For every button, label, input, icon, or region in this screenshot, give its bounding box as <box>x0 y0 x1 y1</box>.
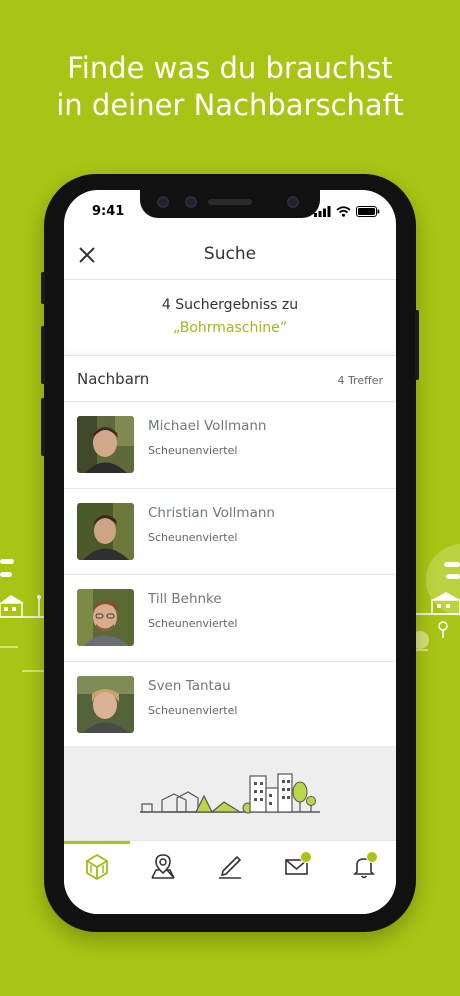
street-illustration-right <box>410 544 460 651</box>
page-title: Suche <box>203 244 257 264</box>
headline-line-1: Finde was du brauchst <box>67 51 393 85</box>
sensor-icon <box>185 196 197 208</box>
status-time: 9:41 <box>92 204 125 219</box>
list-item[interactable]: Michael Vollmann Scheunenviertel <box>64 402 396 489</box>
neighbor-area: Scheunenviertel <box>148 617 238 630</box>
list-item[interactable]: Till Behnke Scheunenviertel <box>64 575 396 662</box>
power-button <box>415 310 419 380</box>
speaker-grille <box>208 199 252 205</box>
mute-switch <box>41 272 45 304</box>
camera-icon <box>157 196 169 208</box>
result-count: 4 Suchergebniss zu <box>161 297 299 313</box>
avatar <box>77 589 134 646</box>
neighbor-name: Michael Vollmann <box>148 418 267 434</box>
status-icons <box>314 206 380 217</box>
list-item[interactable]: Sven Tantau Scheunenviertel <box>64 662 396 748</box>
wifi-icon <box>336 206 351 217</box>
section-header: Nachbarn 4 Treffer <box>64 356 396 402</box>
battery-icon <box>356 206 380 217</box>
search-result-summary: 4 Suchergebniss zu „Bohrmaschine” <box>64 282 396 356</box>
neighbor-area: Scheunenviertel <box>148 530 238 544</box>
write-icon[interactable] <box>215 851 245 881</box>
active-tab-indicator <box>64 841 130 844</box>
neighbor-area: Scheunenviertel <box>148 444 238 457</box>
section-count: 4 Treffer <box>337 374 383 387</box>
avatar <box>77 502 134 560</box>
volume-up-button <box>41 326 45 384</box>
neighbor-name: Sven Tantau <box>148 677 231 694</box>
map-pin-icon[interactable] <box>148 851 178 881</box>
headline-line-2: in deiner Nachbarschaft <box>56 88 404 122</box>
search-query: „Bohrmaschine” <box>172 320 288 336</box>
front-camera-icon <box>287 196 299 208</box>
list-item[interactable]: Christian Vollmann Scheunenviertel <box>64 489 396 575</box>
headline: Finde was du brauchst in deiner Nachbars… <box>0 50 460 124</box>
section-title: Nachbarn <box>77 370 150 388</box>
neighbor-name: Christian Vollmann <box>148 504 275 521</box>
avatar <box>77 675 134 733</box>
phone-screen: 9:41 Suche 4 Suchergebniss zu „Bohrmasch… <box>64 190 396 914</box>
neighbor-list: Michael Vollmann Scheunenviertel Christi… <box>64 402 396 748</box>
bell-badge <box>366 851 378 863</box>
neighborhood-icon[interactable] <box>82 851 112 881</box>
avatar <box>77 416 134 473</box>
neighbor-name: Till Behnke <box>148 591 222 607</box>
volume-down-button <box>41 398 45 456</box>
bell-icon[interactable] <box>349 851 379 881</box>
mail-icon[interactable] <box>282 851 312 881</box>
tab-bar <box>64 840 396 914</box>
neighborhood-illustration <box>64 746 396 842</box>
navigation-bar: Suche <box>64 234 396 280</box>
neighbor-area: Scheunenviertel <box>148 703 238 717</box>
mail-badge <box>300 851 312 863</box>
